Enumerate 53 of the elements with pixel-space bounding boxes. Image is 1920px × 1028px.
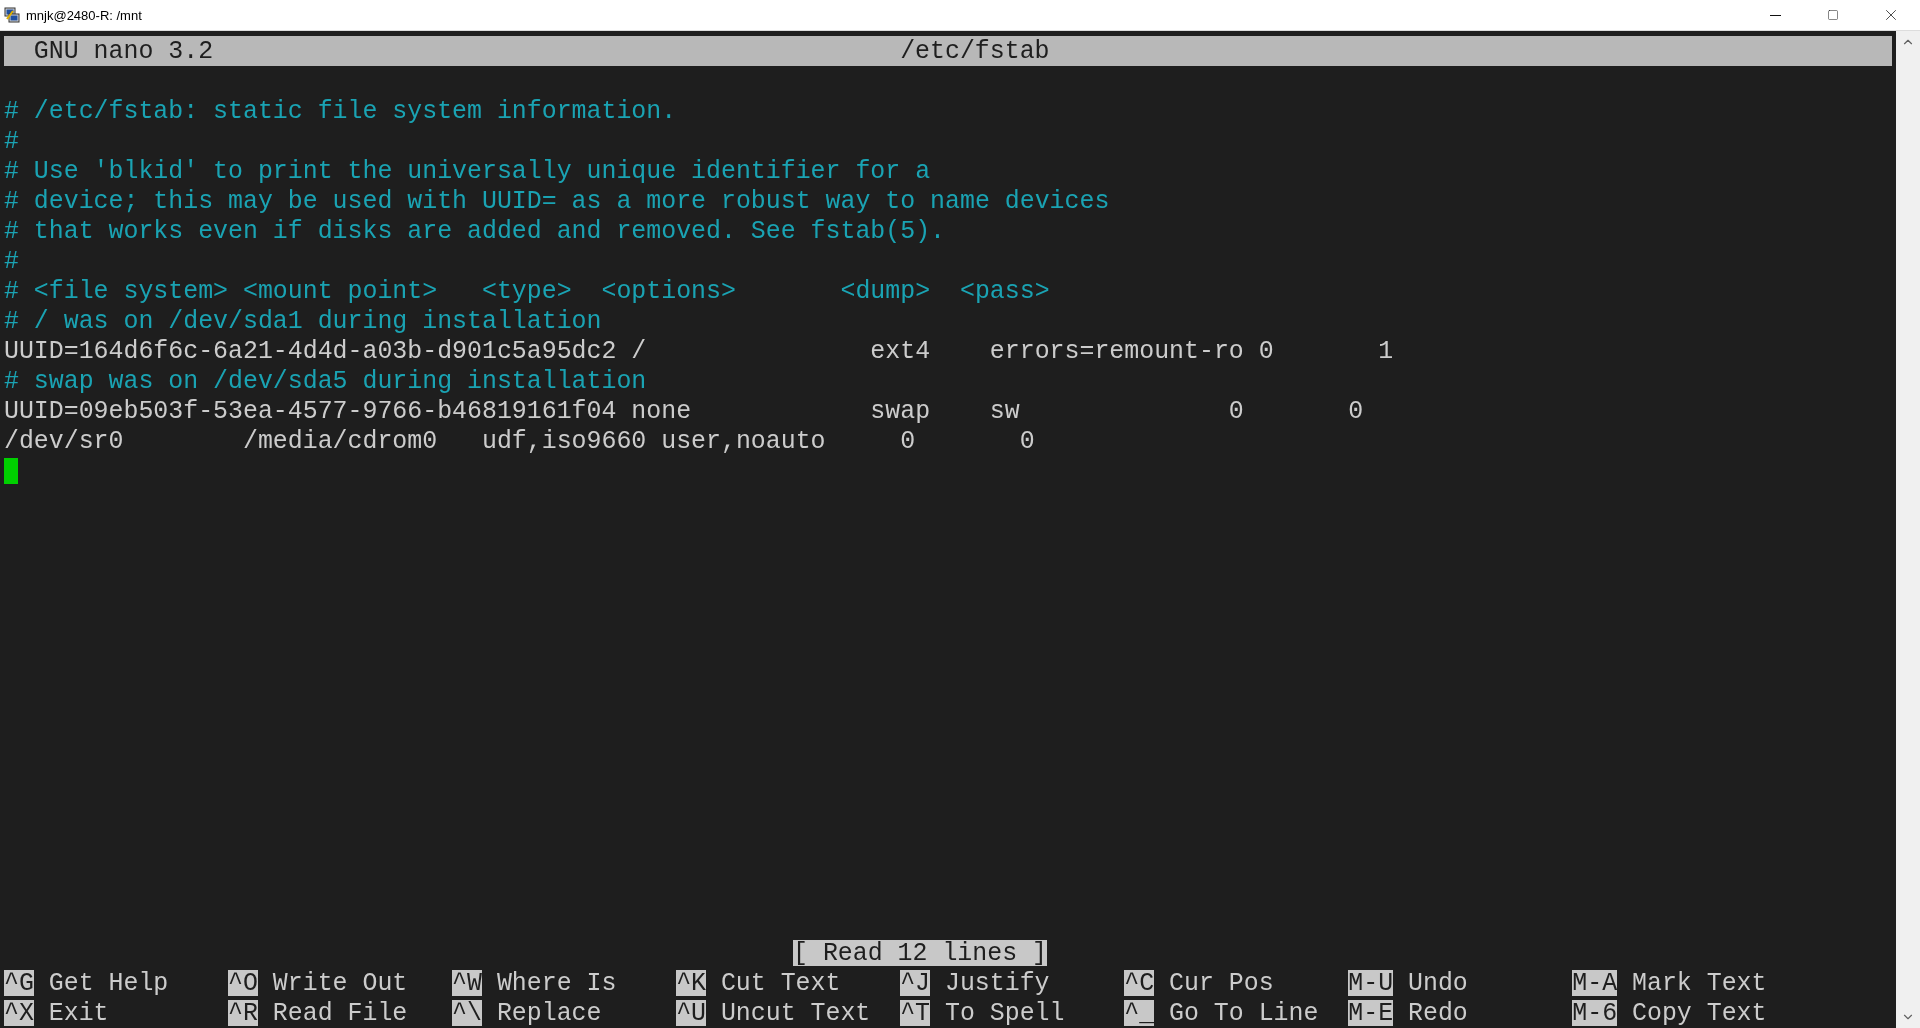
shortcut-label: Read File	[272, 998, 408, 1028]
comment-line: # swap was on /dev/sda5 during installation	[4, 366, 647, 396]
shortcut-key: M-6	[1572, 1000, 1618, 1026]
config-line: UUID=09eb503f-53ea-4577-9766-b46819161f04 none swap sw 0 0	[4, 396, 1364, 426]
shortcut-key: ^U	[676, 1000, 706, 1026]
shortcut-label: Uncut Text	[720, 998, 871, 1028]
comment-line: # <file system> <mount point> <type> <options> <dump> <pass>	[4, 276, 1050, 306]
shortcut-label: Exit	[48, 998, 109, 1028]
shortcut-key: ^O	[228, 970, 258, 996]
shortcut-label: Mark Text	[1632, 968, 1767, 998]
shortcut-label: To Spell	[945, 998, 1065, 1028]
comment-line: # / was on /dev/sda1 during installation	[4, 306, 602, 336]
shortcut-label: Redo	[1408, 998, 1468, 1028]
file-name: /etc/fstab	[900, 36, 1050, 66]
shortcut-label: Write Out	[272, 968, 408, 998]
config-line: /dev/sr0 /media/cdrom0 udf,iso9660 user,noauto 0 0	[4, 426, 1035, 456]
shortcut-label: Replace	[496, 998, 602, 1028]
comment-line: #	[4, 126, 19, 156]
shortcut-label: Go To Line	[1169, 998, 1319, 1028]
shortcut-key: ^J	[900, 970, 931, 996]
shortcut-label: Where Is	[496, 968, 617, 998]
text-cursor	[4, 458, 18, 484]
shortcut-label: Copy Text	[1632, 998, 1767, 1028]
comment-line: # /etc/fstab: static file system information.	[4, 96, 677, 126]
terminal-app-icon	[4, 7, 20, 23]
shortcut-label: Cur Pos	[1169, 968, 1274, 998]
shortcut-key: ^T	[900, 1000, 931, 1026]
shortcut-key: ^_	[1124, 1000, 1155, 1026]
shortcut-key: ^W	[452, 970, 482, 996]
shortcut-key: ^X	[4, 1000, 34, 1026]
window-title: mnjk@2480-R: /mnt	[26, 7, 143, 23]
shortcut-label: Get Help	[48, 968, 169, 998]
comment-line: # device; this may be used with UUID= as a more robust way to name devices	[4, 186, 1110, 216]
maximize-icon	[1827, 9, 1839, 21]
shortcut-key: M-A	[1572, 970, 1618, 996]
minimize-icon	[1769, 14, 1781, 16]
status-message: [ Read 12 lines ]	[793, 940, 1047, 966]
editor-version: GNU nano 3.2	[33, 36, 215, 66]
shortcut-label: Undo	[1408, 968, 1468, 998]
shortcut-key: ^G	[4, 970, 34, 996]
shortcut-key: ^R	[228, 1000, 258, 1026]
comment-line: # Use 'blkid' to print the universally unique identifier for a	[4, 156, 931, 186]
comment-line: #	[4, 246, 19, 276]
comment-line: # that works even if disks are added and removed. See fstab(5).	[4, 216, 946, 246]
shortcut-key: ^K	[676, 970, 706, 996]
shortcut-label: Justify	[945, 968, 1050, 998]
shortcut-key: M-U	[1348, 970, 1394, 996]
shortcut-key: M-E	[1348, 1000, 1394, 1026]
scrollbar[interactable]	[1896, 31, 1920, 1028]
shortcut-key: ^C	[1124, 970, 1155, 996]
config-line: UUID=164d6f6c-6a21-4d4d-a03b-d901c5a95dc2 / ext4 errors=remount-ro 0 1	[4, 336, 1394, 366]
shortcut-key: ^\	[452, 1000, 482, 1026]
shortcut-label: Cut Text	[720, 968, 841, 998]
